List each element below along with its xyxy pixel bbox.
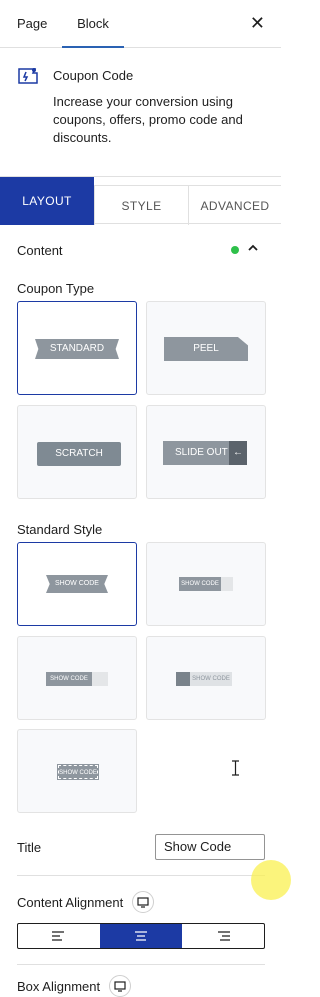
style-3-preview: SHOW CODE [46, 672, 92, 686]
content-section-title[interactable]: Content [17, 243, 63, 258]
style-4-accent [176, 672, 190, 686]
click-highlight [251, 860, 291, 900]
divider [17, 964, 265, 965]
slideout-preview: SLIDE OUT ← [163, 441, 247, 465]
style-3-code-stub [92, 672, 108, 686]
tab-layout[interactable]: LAYOUT [0, 177, 94, 225]
status-dot [231, 246, 239, 254]
style-1-preview: SHOW CODE [46, 575, 108, 593]
standard-style-1[interactable]: SHOW CODE [17, 542, 137, 626]
coupon-type-label: Coupon Type [17, 281, 95, 296]
align-center-icon [135, 931, 147, 941]
standard-style-5[interactable]: SHOW CODE [17, 729, 137, 813]
coupon-type-slideout[interactable]: SLIDE OUT ← [146, 405, 266, 499]
content-alignment-control [17, 923, 265, 949]
title-label: Title [17, 840, 42, 855]
tab-advanced[interactable]: ADVANCED [188, 185, 281, 225]
sidebar-tabs: Page Block ✕ [0, 0, 281, 48]
divider [17, 875, 265, 876]
align-left-icon [52, 931, 64, 941]
standard-style-label: Standard Style [17, 522, 103, 537]
close-icon[interactable]: ✕ [250, 14, 265, 32]
desktop-icon[interactable] [132, 891, 154, 913]
coupon-icon [18, 68, 38, 84]
style-4-preview: SHOW CODE [190, 672, 232, 686]
align-center-button[interactable] [100, 924, 182, 948]
standard-style-3[interactable]: SHOW CODE [17, 636, 137, 720]
box-alignment-label: Box Alignment [17, 979, 101, 994]
align-right-button[interactable] [182, 924, 264, 948]
coupon-type-standard[interactable]: STANDARD [17, 301, 137, 395]
scratch-preview: SCRATCH [37, 442, 121, 466]
desktop-icon[interactable] [109, 975, 131, 997]
standard-style-4[interactable]: SHOW CODE [146, 636, 266, 720]
peel-preview: PEEL [164, 337, 248, 361]
tab-page[interactable]: Page [17, 0, 47, 48]
content-alignment-label: Content Alignment [17, 895, 124, 910]
style-2-preview: SHOW CODE [179, 577, 221, 591]
coupon-type-scratch[interactable]: SCRATCH [17, 405, 137, 499]
chevron-up-icon[interactable] [246, 241, 260, 255]
standard-preview: STANDARD [35, 339, 119, 359]
style-2-code-stub [221, 577, 233, 591]
coupon-type-peel[interactable]: PEEL [146, 301, 266, 395]
block-title: Coupon Code [53, 68, 134, 83]
tab-style[interactable]: STYLE [94, 185, 188, 225]
style-5-preview: SHOW CODE [57, 764, 99, 780]
tab-block[interactable]: Block [62, 0, 124, 48]
align-left-button[interactable] [18, 924, 100, 948]
slideout-preview-label: SLIDE OUT [175, 447, 228, 458]
text-cursor-icon [232, 760, 239, 776]
align-right-icon [218, 931, 230, 941]
arrow-left-icon: ← [229, 441, 247, 465]
title-input[interactable]: Show Code [155, 834, 265, 860]
standard-style-2[interactable]: SHOW CODE [146, 542, 266, 626]
block-description: Increase your conversion using coupons, … [53, 94, 243, 145]
settings-tabs: LAYOUT STYLE ADVANCED [0, 176, 281, 225]
